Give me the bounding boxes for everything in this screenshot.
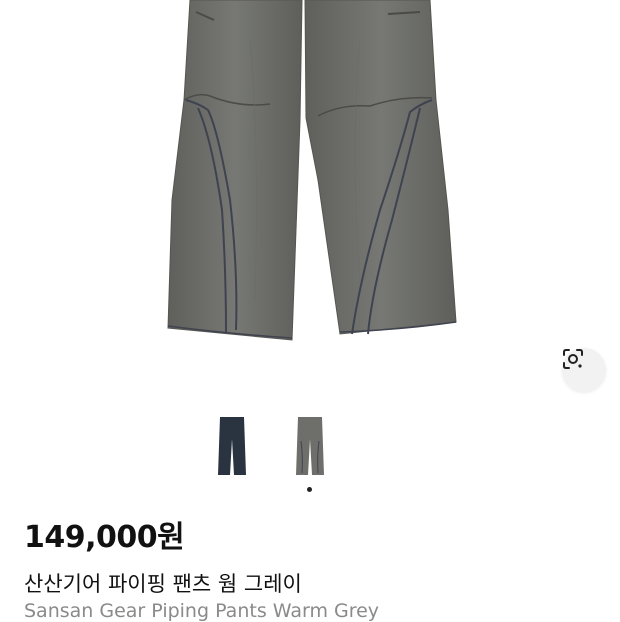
visual-search-icon [563,349,583,369]
product-title-english: Sansan Gear Piping Pants Warm Grey [24,600,380,622]
product-title-korean: 산산기어 파이핑 팬츠 웜 그레이 [24,572,302,596]
product-price: 149,000원 [24,520,185,555]
thumbnail-navy[interactable] [207,410,257,482]
product-image-pants [167,0,457,341]
selected-thumbnail-indicator [307,487,312,492]
thumbnail-warm-grey[interactable] [285,410,335,482]
thumbnail-strip [0,410,620,490]
thumbnail-pants-navy [218,417,246,475]
visual-search-button[interactable] [562,348,606,392]
thumbnail-pants-warm-grey [296,417,324,475]
product-image-area[interactable] [0,0,620,400]
